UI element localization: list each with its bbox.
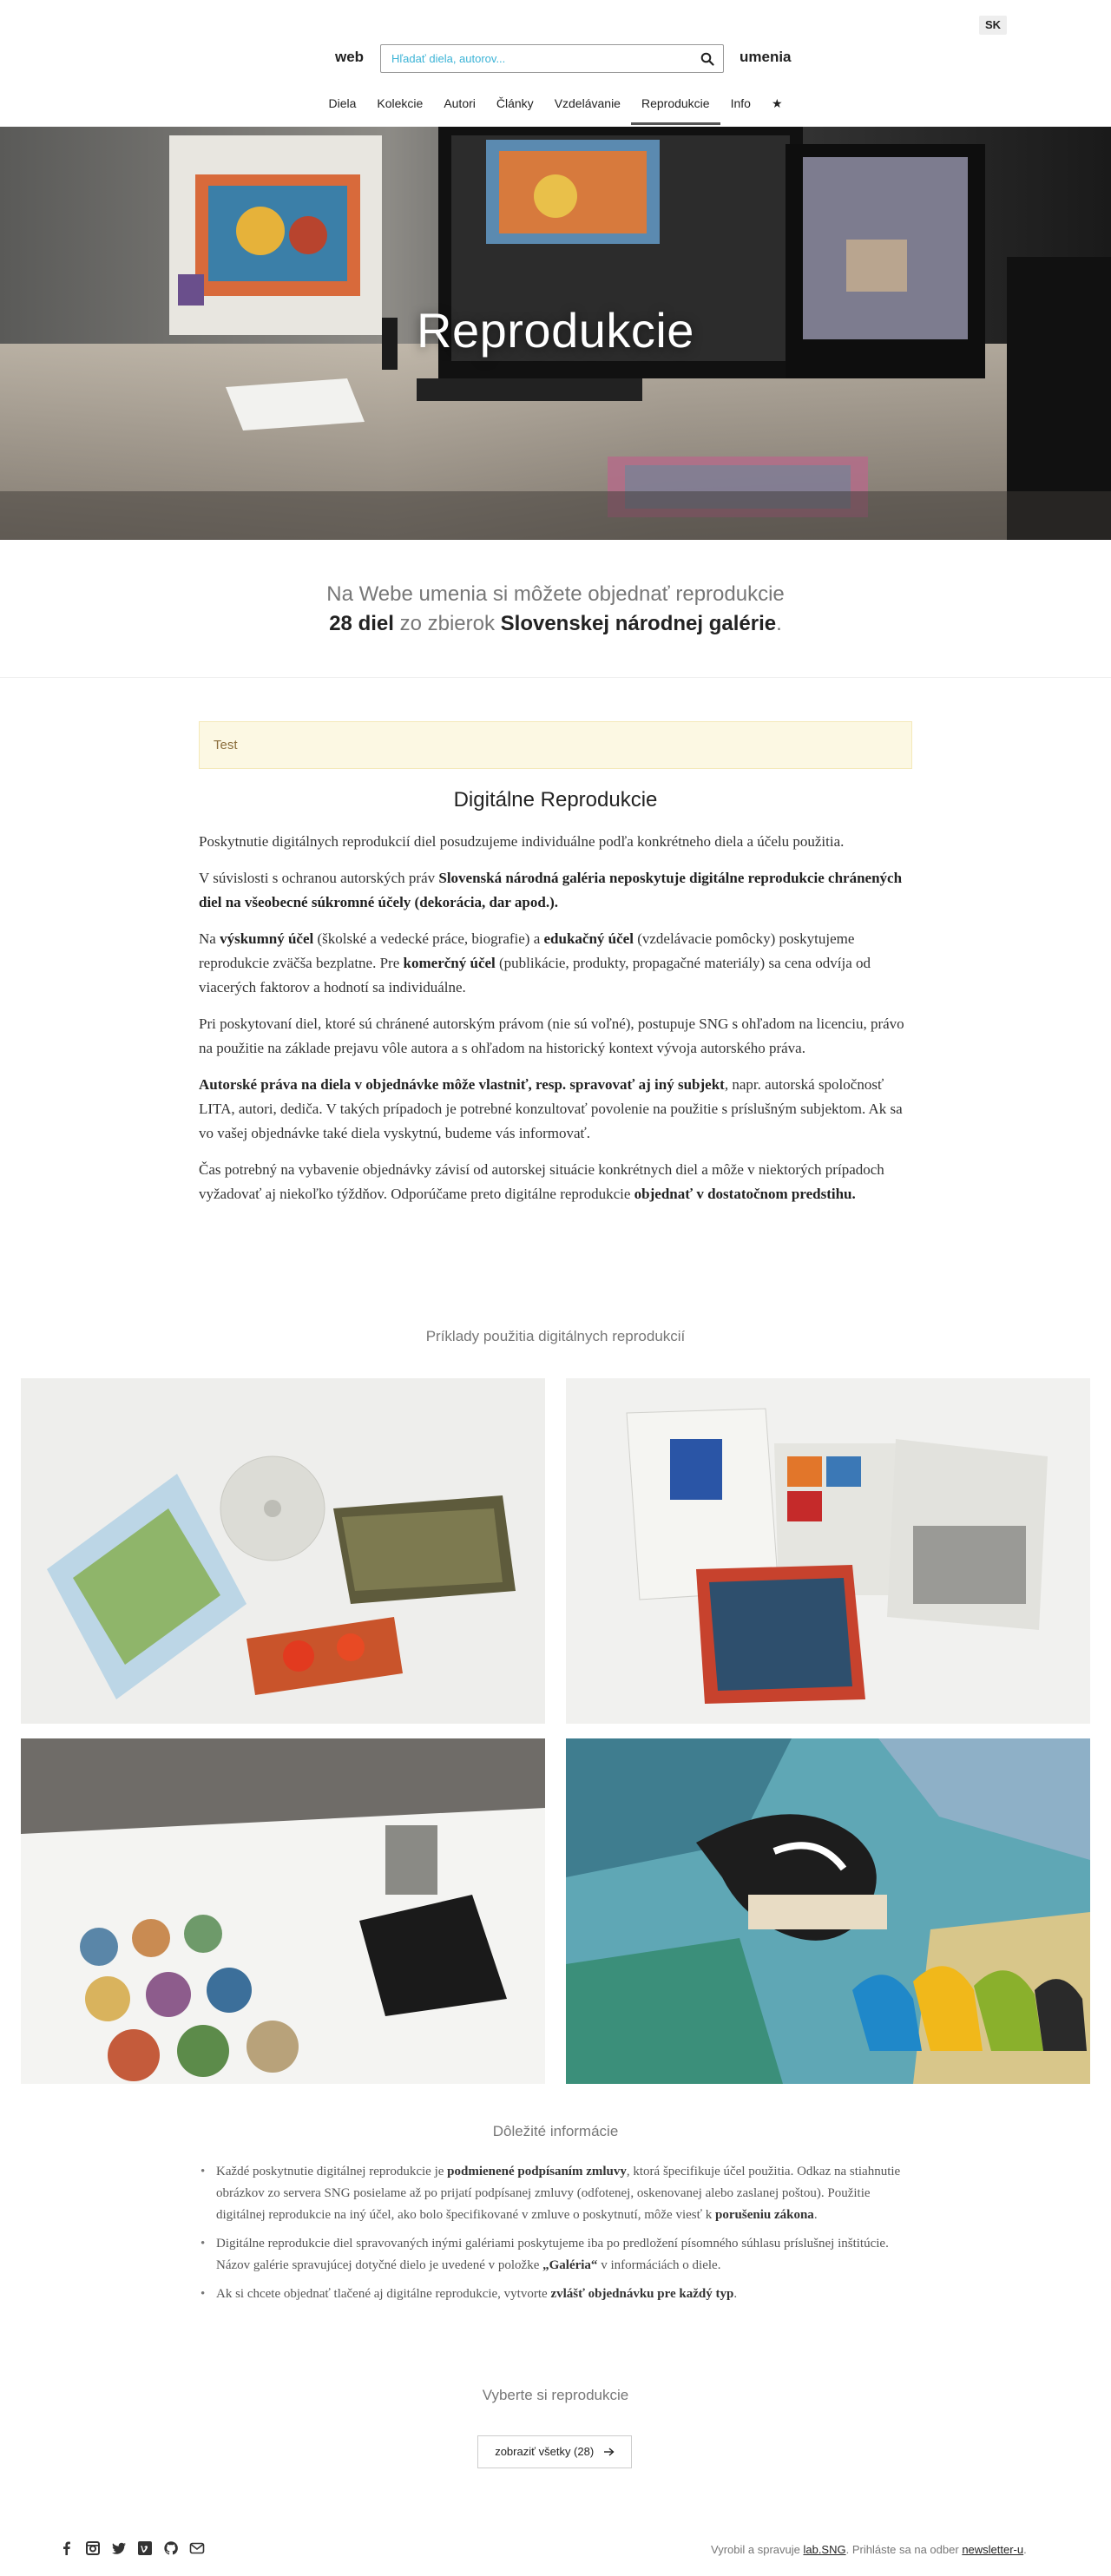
nav-kolekcie[interactable]: Kolekcie <box>366 90 433 125</box>
footer-text-run: Vyrobil a spravuje <box>711 2543 804 2556</box>
important-list: Každé poskytnutie digitálnej reprodukcie… <box>199 2161 912 2312</box>
text-bold: podmienené podpísaním zmluvy <box>447 2165 627 2178</box>
examples-heading: Príklady použitia digitálnych reprodukci… <box>425 1328 686 1344</box>
digital-content: Poskytnutie digitálnych reprodukcií diel… <box>199 830 912 1219</box>
list-item: Ak si chcete objednať tlačené aj digitál… <box>199 2284 912 2305</box>
arrow-right-icon <box>603 2437 615 2468</box>
text-run: . <box>733 2287 738 2301</box>
logo-web[interactable]: web <box>335 49 364 66</box>
alert-box: Test <box>199 721 912 769</box>
search-box <box>380 44 724 73</box>
footer-text-run: . <box>1023 2543 1027 2556</box>
show-all-label: zobraziť všetky (28) <box>495 2445 595 2458</box>
example-photo-stickers <box>21 1738 545 2084</box>
search-input[interactable] <box>381 45 676 72</box>
main-nav: Diela Kolekcie Autori Články Vzdelávanie Repr… <box>0 90 1111 125</box>
footer-credits: Vyrobil a spravuje lab.SNG. Prihláste sa… <box>711 2543 1027 2556</box>
important-heading: Dôležité informácie <box>492 2123 619 2139</box>
text-run: Na <box>199 930 220 947</box>
language-switcher[interactable]: SK <box>979 16 1007 35</box>
paragraph: V súvislosti s ochranou autorských práv … <box>199 866 912 915</box>
paragraph: Pri poskytovaní diel, ktoré sú chránené … <box>199 1015 904 1056</box>
text-bold: zvlášť objednávku pre každý typ <box>550 2287 734 2301</box>
intro-line-1: Na Webe umenia si môžete objednať reprod… <box>326 582 785 606</box>
choose-heading: Vyberte si reprodukcie <box>482 2387 629 2403</box>
intro-count: 28 diel <box>329 612 394 635</box>
footer-text-run: . Prihláste sa na odber <box>845 2543 963 2556</box>
list-item: Digitálne reprodukcie diel spravovaných … <box>199 2233 912 2277</box>
text-run: (školské a vedecké práce, biografie) a <box>313 930 544 947</box>
text-bold: porušeniu zákona <box>715 2208 814 2222</box>
text-bold: objednať v dostatočnom predstihu. <box>634 1186 856 1202</box>
intro-dot: . <box>776 612 782 635</box>
digital-heading: Digitálne Reprodukcie <box>453 788 658 812</box>
nav-clanky[interactable]: Články <box>486 90 544 125</box>
example-photo-cd <box>21 1378 545 1724</box>
example-photo-books <box>566 1378 1090 1724</box>
paragraph: Autorské práva na diela v objednávke môž… <box>199 1073 912 1146</box>
text-bold: Autorské práva na diela v objednávke môž… <box>199 1076 725 1093</box>
text-bold: komerčný účel <box>403 955 496 971</box>
show-all-button[interactable]: zobraziť všetky (28) <box>477 2435 632 2468</box>
text-bold: „Galéria“ <box>542 2258 598 2272</box>
twitter-icon[interactable] <box>111 2540 127 2556</box>
facebook-icon[interactable] <box>59 2540 75 2556</box>
text-run: v informáciách o diele. <box>597 2258 721 2272</box>
nav-reprodukcie[interactable]: Reprodukcie <box>630 90 720 125</box>
mail-icon[interactable] <box>189 2540 205 2556</box>
lab-sng-link[interactable]: lab.SNG <box>803 2543 845 2556</box>
hero-banner: Reprodukcie <box>0 127 1111 540</box>
nav-vzdelavanie[interactable]: Vzdelávanie <box>544 90 631 125</box>
list-item: Každé poskytnutie digitálnej reprodukcie… <box>199 2161 912 2226</box>
example-photo-wallpaper <box>566 1738 1090 2084</box>
search-icon[interactable] <box>700 52 714 66</box>
paragraph: Čas potrebný na vybavenie objednávky záv… <box>199 1158 912 1206</box>
intro-from: zo zbierok <box>393 612 501 635</box>
social-links <box>59 2540 205 2558</box>
paragraph: Na výskumný účel (školské a vedecké prác… <box>199 927 912 1000</box>
text-run: . <box>813 2208 818 2222</box>
text-run: Každé poskytnutie digitálnej reprodukcie… <box>216 2165 448 2178</box>
divider <box>0 677 1111 678</box>
nav-autori[interactable]: Autori <box>433 90 486 125</box>
intro-gallery: Slovenskej národnej galérie <box>500 612 777 635</box>
vimeo-icon[interactable] <box>137 2540 153 2556</box>
text-bold: edukačný účel <box>543 930 634 947</box>
paragraph: Poskytnutie digitálnych reprodukcií diel… <box>199 833 845 850</box>
nav-diela[interactable]: Diela <box>318 90 366 125</box>
instagram-icon[interactable] <box>85 2540 101 2556</box>
intro-text: Na Webe umenia si môžete objednať reprod… <box>0 580 1111 639</box>
github-icon[interactable] <box>163 2540 179 2556</box>
nav-info[interactable]: Info <box>720 90 761 125</box>
logo-umenia[interactable]: umenia <box>740 49 792 66</box>
nav-favorites-star-icon[interactable]: ★ <box>761 90 793 125</box>
text-run: Ak si chcete objednať tlačené aj digitál… <box>216 2287 551 2301</box>
hero-title: Reprodukcie <box>417 303 694 358</box>
newsletter-link[interactable]: newsletter-u <box>962 2543 1023 2556</box>
intro-line-2: 28 diel zo zbierok Slovenskej národnej g… <box>0 609 1111 639</box>
text-bold: výskumný účel <box>220 930 314 947</box>
text-run: V súvislosti s ochranou autorských práv <box>199 870 439 886</box>
